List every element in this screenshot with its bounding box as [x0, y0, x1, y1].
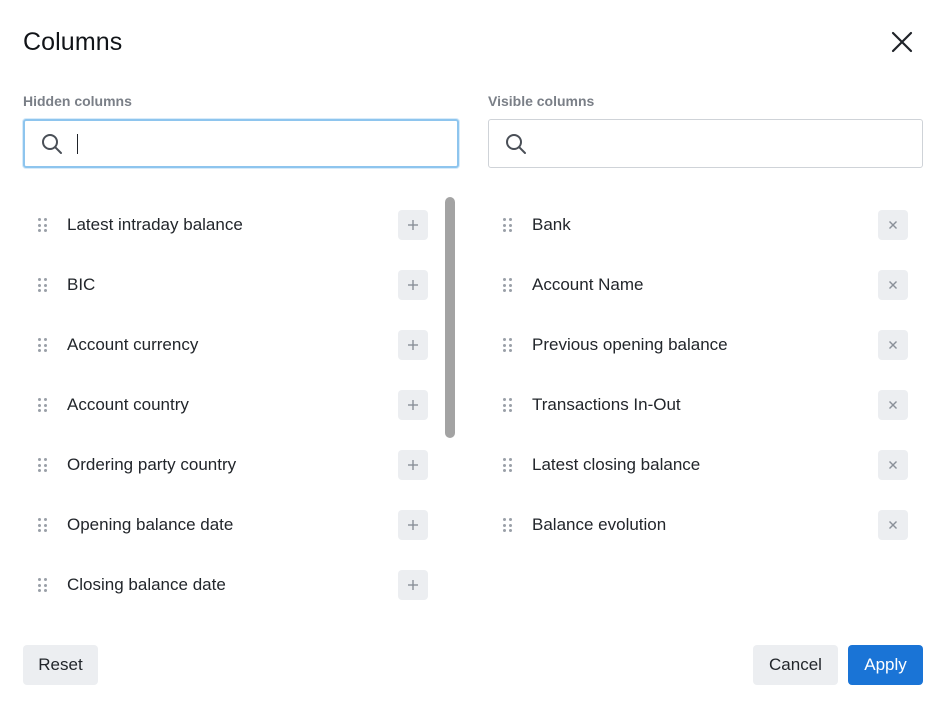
drag-handle-icon[interactable] — [503, 338, 513, 352]
visible-column-item[interactable]: Previous opening balance — [488, 315, 923, 375]
drag-handle-icon[interactable] — [38, 398, 48, 412]
x-icon — [889, 401, 897, 409]
visible-search-box[interactable] — [488, 119, 923, 168]
column-item-label: Previous opening balance — [532, 335, 728, 354]
hidden-column-item[interactable]: Opening balance date — [23, 495, 443, 555]
plus-icon — [408, 460, 418, 470]
close-button[interactable] — [886, 26, 918, 58]
add-column-button[interactable] — [398, 570, 428, 600]
plus-icon — [408, 220, 418, 230]
drag-handle-icon[interactable] — [503, 518, 513, 532]
hidden-column-item[interactable]: BIC — [23, 255, 443, 315]
reset-button[interactable]: Reset — [23, 645, 98, 685]
hidden-column-item[interactable]: Account currency — [23, 315, 443, 375]
add-column-button[interactable] — [398, 270, 428, 300]
x-icon — [889, 221, 897, 229]
search-icon — [41, 133, 63, 155]
hidden-column-item[interactable]: Account country — [23, 375, 443, 435]
column-item-label: BIC — [67, 275, 96, 294]
x-icon — [889, 461, 897, 469]
column-item-label: Latest intraday balance — [67, 215, 243, 234]
visible-column-item[interactable]: Balance evolution — [488, 495, 923, 555]
visible-column-item[interactable]: Latest closing balance — [488, 435, 923, 495]
add-column-button[interactable] — [398, 330, 428, 360]
remove-column-button[interactable] — [878, 210, 908, 240]
search-icon — [505, 133, 527, 155]
x-icon — [889, 341, 897, 349]
add-column-button[interactable] — [398, 390, 428, 420]
close-icon — [891, 31, 913, 53]
plus-icon — [408, 400, 418, 410]
add-column-button[interactable] — [398, 450, 428, 480]
add-column-button[interactable] — [398, 210, 428, 240]
add-column-button[interactable] — [398, 510, 428, 540]
hidden-list-scrollbar[interactable] — [445, 197, 455, 438]
remove-column-button[interactable] — [878, 510, 908, 540]
text-caret — [77, 133, 78, 154]
remove-column-button[interactable] — [878, 270, 908, 300]
drag-handle-icon[interactable] — [38, 458, 48, 472]
visible-columns-label: Visible columns — [488, 93, 595, 109]
hidden-columns-list: Latest intraday balance BIC Account curren… — [23, 195, 443, 615]
hidden-columns-label: Hidden columns — [23, 93, 132, 109]
plus-icon — [408, 580, 418, 590]
column-item-label: Bank — [532, 215, 571, 234]
remove-column-button[interactable] — [878, 330, 908, 360]
hidden-search-input[interactable] — [80, 134, 410, 153]
column-item-label: Latest closing balance — [532, 455, 701, 474]
column-item-label: Account country — [67, 395, 189, 414]
hidden-column-item[interactable]: Latest intraday balance — [23, 195, 443, 255]
hidden-search-box[interactable] — [23, 119, 459, 168]
drag-handle-icon[interactable] — [38, 218, 48, 232]
visible-search-input[interactable] — [537, 134, 877, 153]
column-item-label: Closing balance date — [67, 575, 226, 594]
visible-column-item[interactable]: Account Name — [488, 255, 923, 315]
visible-columns-list: Bank Account Name Previous opening balance… — [488, 195, 923, 555]
visible-column-item[interactable]: Transactions In-Out — [488, 375, 923, 435]
plus-icon — [408, 520, 418, 530]
hidden-column-item[interactable]: Ordering party country — [23, 435, 443, 495]
remove-column-button[interactable] — [878, 390, 908, 420]
column-item-label: Opening balance date — [67, 515, 234, 534]
column-item-label: Transactions In-Out — [532, 395, 681, 414]
drag-handle-icon[interactable] — [38, 278, 48, 292]
drag-handle-icon[interactable] — [503, 458, 513, 472]
x-icon — [889, 281, 897, 289]
visible-column-item[interactable]: Bank — [488, 195, 923, 255]
cancel-button[interactable]: Cancel — [753, 645, 838, 685]
drag-handle-icon[interactable] — [38, 578, 48, 592]
remove-column-button[interactable] — [878, 450, 908, 480]
drag-handle-icon[interactable] — [38, 338, 48, 352]
drag-handle-icon[interactable] — [503, 278, 513, 292]
column-item-label: Account currency — [67, 335, 199, 354]
drag-handle-icon[interactable] — [38, 518, 48, 532]
page-title: Columns — [23, 28, 123, 56]
column-item-label: Balance evolution — [532, 515, 667, 534]
hidden-column-item[interactable]: Closing balance date — [23, 555, 443, 615]
plus-icon — [408, 340, 418, 350]
drag-handle-icon[interactable] — [503, 398, 513, 412]
x-icon — [889, 521, 897, 529]
drag-handle-icon[interactable] — [503, 218, 513, 232]
column-item-label: Account Name — [532, 275, 644, 294]
apply-button[interactable]: Apply — [848, 645, 923, 685]
column-item-label: Ordering party country — [67, 455, 237, 474]
plus-icon — [408, 280, 418, 290]
